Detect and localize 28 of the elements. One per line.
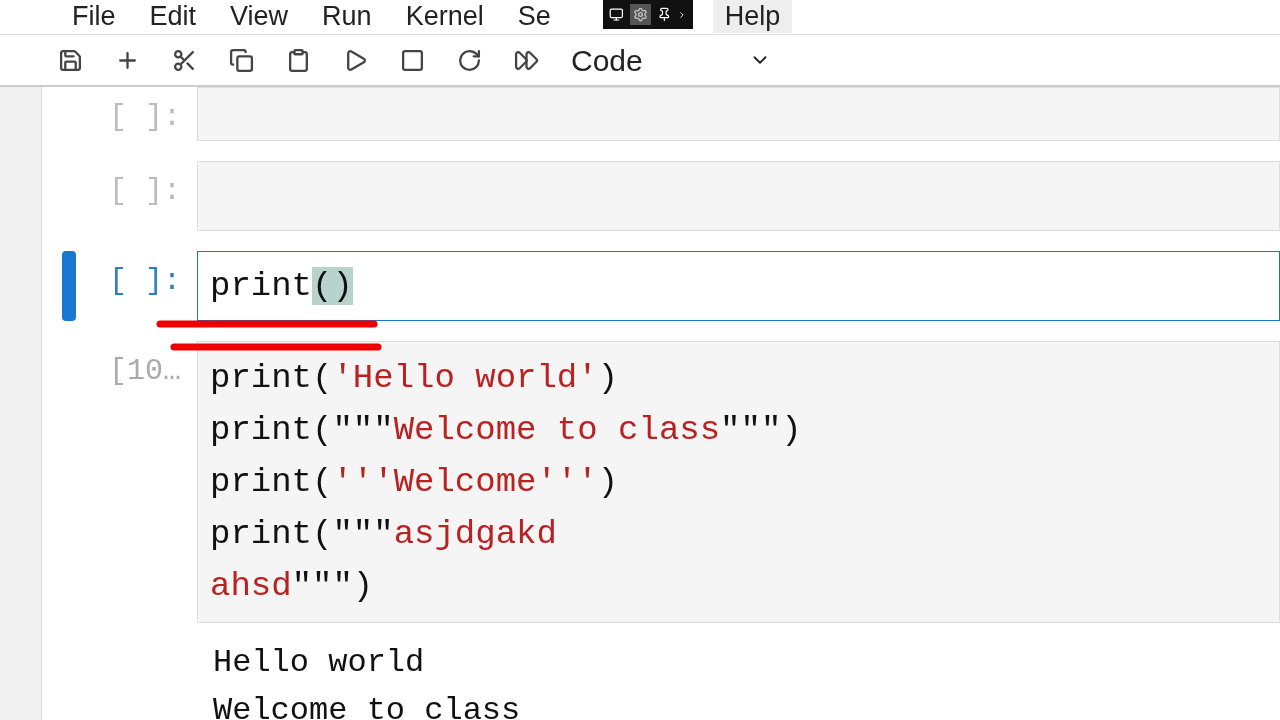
code-line: ahsd""") bbox=[210, 566, 374, 607]
pin-icon[interactable] bbox=[656, 7, 672, 22]
code-line: print('Hello world') bbox=[210, 358, 619, 399]
code-input[interactable] bbox=[197, 161, 1280, 231]
code-input[interactable] bbox=[197, 87, 1280, 141]
screen-icon[interactable] bbox=[609, 7, 624, 22]
menu-item[interactable]: Help bbox=[712, 0, 793, 33]
menu-item[interactable]: Run bbox=[310, 0, 384, 33]
cell-type-dropdown[interactable]: Code bbox=[571, 39, 771, 81]
cell-prompt: [ ]: bbox=[109, 263, 181, 300]
menu-item[interactable]: View bbox=[218, 0, 301, 33]
menu-item[interactable]: Edit bbox=[137, 0, 209, 33]
code-input[interactable]: print() bbox=[197, 251, 1280, 321]
chevron-icon[interactable] bbox=[677, 9, 687, 20]
output-line: Hello world bbox=[213, 643, 426, 683]
code-line: print() bbox=[210, 266, 353, 307]
output-line: Welcome to class bbox=[213, 691, 522, 720]
settings-button[interactable] bbox=[629, 4, 651, 25]
code-line: print('''Welcome''') bbox=[210, 462, 619, 503]
menu-item[interactable]: Kernel bbox=[393, 0, 496, 33]
code-line: print("""asjdgakd bbox=[210, 514, 557, 555]
code-input[interactable]: print('Hello world') print("""Welcome to class""") print('''Welcome''') print("""asjdgakd ahsd""") bbox=[197, 341, 1280, 623]
menu-item[interactable]: File bbox=[60, 0, 128, 33]
cell-prompt: [10… bbox=[109, 353, 181, 390]
code-line: print("""Welcome to class""") bbox=[210, 410, 802, 451]
cell-prompt: [ ]: bbox=[109, 173, 181, 210]
menu-item[interactable]: Se bbox=[505, 0, 563, 33]
cell-prompt: [ ]: bbox=[109, 99, 181, 136]
